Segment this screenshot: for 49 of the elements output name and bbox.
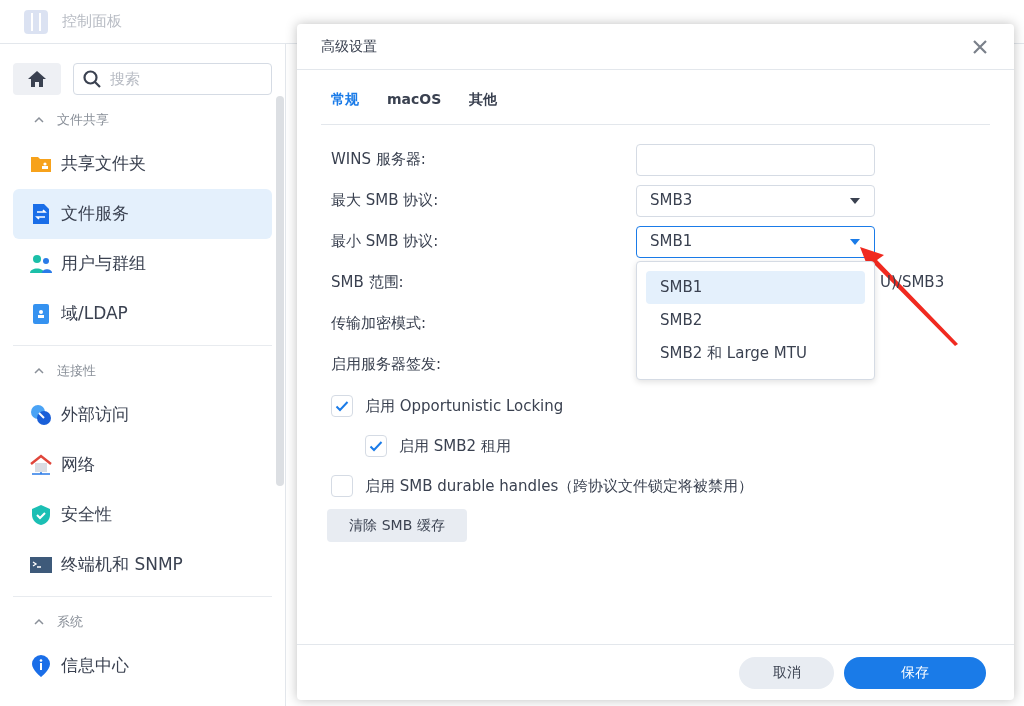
checkbox-label: 启用 Opportunistic Locking — [365, 395, 564, 417]
sidebar-item[interactable]: 信息中心 — [13, 641, 272, 691]
home-icon — [27, 69, 47, 89]
tab[interactable]: 其他 — [469, 89, 498, 110]
search-icon — [82, 69, 102, 89]
house-network-icon — [29, 453, 53, 477]
sidebar-item[interactable]: 文件服务 — [13, 189, 272, 239]
cancel-button[interactable]: 取消 — [739, 656, 834, 689]
checkbox-label: 启用 SMB durable handles（跨协议文件锁定将被禁用） — [365, 475, 754, 497]
sidebar-item[interactable]: 外部访问 — [13, 390, 272, 440]
sidebar-item[interactable]: 共享文件夹 — [13, 139, 272, 189]
field-label: 最大 SMB 协议: — [331, 190, 440, 212]
shield-check-icon — [29, 503, 53, 527]
field-label: 最小 SMB 协议: — [331, 231, 440, 253]
text-field[interactable] — [636, 143, 875, 176]
caret-down-icon — [849, 237, 861, 246]
sidebar-item[interactable]: 安全性 — [13, 490, 272, 540]
field-label: SMB 范围: — [331, 272, 405, 294]
search-field[interactable]: 搜索 — [73, 63, 272, 95]
caret-down-icon — [849, 196, 861, 205]
dropdown-option[interactable]: SMB2 和 Large MTU — [646, 336, 865, 370]
clear-cache-button[interactable]: 清除 SMB 缓存 — [327, 509, 467, 542]
checkbox-label: 启用 SMB2 租用 — [399, 435, 511, 457]
home-button[interactable] — [13, 63, 61, 95]
checkbox[interactable] — [331, 395, 353, 417]
sidebar-item[interactable]: 网络 — [13, 440, 272, 490]
link-icon — [29, 403, 53, 427]
close-icon — [972, 38, 988, 55]
sidebar-item[interactable]: 终端机和 SNMP — [13, 540, 272, 590]
select-field[interactable]: SMB3 — [636, 184, 875, 217]
save-button[interactable]: 保存 — [844, 656, 986, 689]
users-icon — [29, 252, 53, 276]
field-label: 启用服务器签发: — [331, 354, 443, 376]
sidebar-item[interactable]: 用户与群组 — [13, 239, 272, 289]
scrollbar[interactable] — [276, 96, 284, 486]
checkbox[interactable] — [365, 435, 387, 457]
tab[interactable]: 常规 — [331, 89, 359, 110]
app-title: 控制面板 — [62, 11, 122, 33]
field-label: WINS 服务器: — [331, 149, 427, 171]
field-label: 传输加密模式: — [331, 313, 428, 335]
tab[interactable]: macOS — [387, 89, 442, 110]
select-field[interactable]: SMB1 — [636, 225, 875, 258]
dialog-title: 高级设置 — [321, 37, 377, 56]
info-icon — [29, 654, 53, 678]
checkbox[interactable] — [331, 475, 353, 497]
app-icon — [22, 7, 50, 36]
sidebar-item[interactable]: 域/LDAP — [13, 289, 272, 339]
dropdown-option[interactable]: SMB2 — [646, 303, 865, 337]
dropdown-option[interactable]: SMB1 — [646, 270, 865, 304]
